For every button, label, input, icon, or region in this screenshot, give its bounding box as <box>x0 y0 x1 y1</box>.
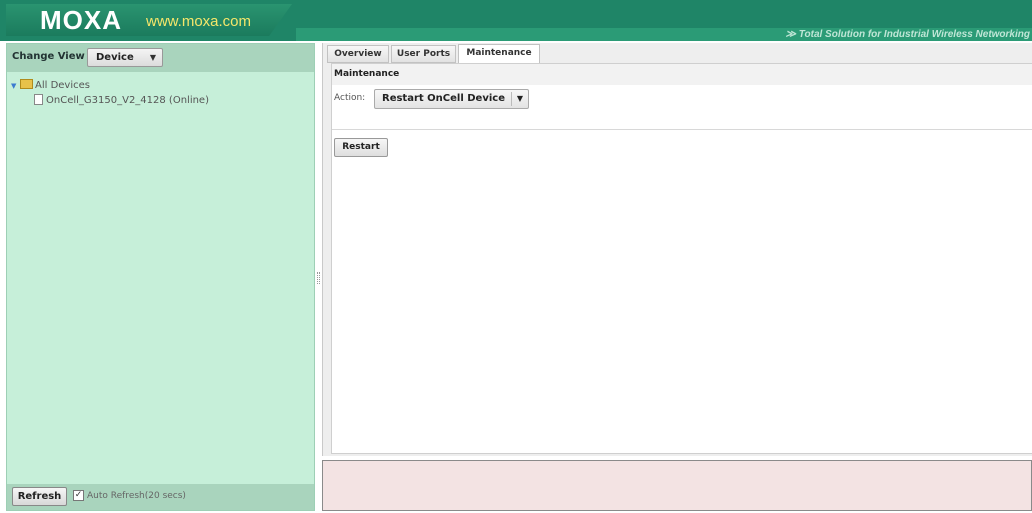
action-row: Action: Restart OnCell Device ▼ <box>332 85 1032 130</box>
select-divider <box>511 92 512 106</box>
refresh-button[interactable]: Refresh <box>12 487 67 506</box>
tree-expand-icon[interactable]: ▼ <box>11 79 20 94</box>
device-detail-panel: Overview User Ports Maintenance Maintena… <box>322 43 1032 456</box>
action-select-value: Restart OnCell Device <box>382 93 505 104</box>
device-tree: ▼ All Devices OnCell_G3150_V2_4128 (Onlin… <box>11 78 209 108</box>
checkbox-check-icon: ✓ <box>74 490 83 500</box>
maintenance-content: Maintenance Action: Restart OnCell Devic… <box>331 63 1032 454</box>
restart-button[interactable]: Restart <box>334 138 388 157</box>
change-view-label: Change View <box>12 51 85 62</box>
action-select[interactable]: Restart OnCell Device ▼ <box>374 89 529 109</box>
section-title: Maintenance <box>332 64 1032 85</box>
moxa-logo: MOXA <box>40 5 122 35</box>
tab-maintenance[interactable]: Maintenance <box>458 44 540 64</box>
auto-refresh-label: Auto Refresh(20 secs) <box>87 491 186 501</box>
view-select-value: Device <box>96 52 134 63</box>
tree-node-all-devices[interactable]: ▼ All Devices <box>11 78 209 93</box>
app-header: MOXA www.moxa.com ≫ Total Solution for I… <box>0 0 1032 41</box>
chevron-down-icon: ▼ <box>149 53 156 62</box>
chevron-down-icon: ▼ <box>516 94 523 103</box>
document-icon <box>34 93 43 105</box>
folder-icon <box>20 79 33 89</box>
auto-refresh-checkbox[interactable]: ✓ <box>73 490 84 501</box>
panel-splitter-handle[interactable] <box>317 272 320 284</box>
tab-overview[interactable]: Overview <box>327 45 389 63</box>
change-view-toolbar: Change View Device ▼ <box>7 44 314 72</box>
refresh-toolbar: Refresh ✓ Auto Refresh(20 secs) <box>7 484 314 510</box>
tree-node-label: All Devices <box>35 80 90 91</box>
tree-node-label: OnCell_G3150_V2_4128 (Online) <box>46 95 209 106</box>
action-label: Action: <box>334 93 366 103</box>
device-tree-panel: Change View Device ▼ ▼ All Devices OnCell… <box>6 43 315 511</box>
header-tagline: ≫ Total Solution for Industrial Wireless… <box>785 29 1030 40</box>
tree-node-device[interactable]: OnCell_G3150_V2_4128 (Online) <box>11 93 209 108</box>
moxa-url: www.moxa.com <box>146 13 252 30</box>
tab-user-ports[interactable]: User Ports <box>391 45 456 63</box>
log-panel <box>322 460 1032 511</box>
view-select[interactable]: Device ▼ <box>87 48 163 67</box>
